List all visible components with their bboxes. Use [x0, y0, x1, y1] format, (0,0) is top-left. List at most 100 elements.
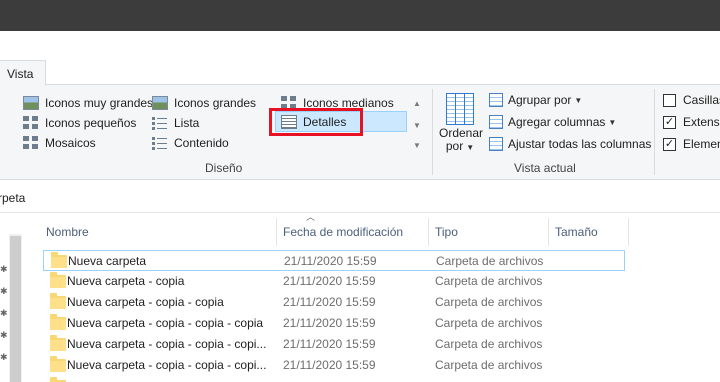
table-row[interactable]: Nueva carpeta - copia - copia - copia 21…	[43, 313, 625, 334]
extra-large-icons-icon	[23, 95, 39, 110]
folder-icon	[50, 314, 66, 330]
checkbox-checked-icon[interactable]: ✓	[663, 115, 676, 129]
file-name: Nueva carpeta - copia - copia - copi...	[67, 358, 267, 372]
tab-vista[interactable]: Vista	[0, 60, 46, 86]
table-row[interactable]	[43, 376, 625, 382]
file-date: 21/11/2020 15:59	[283, 316, 376, 330]
layout-item-label: Lista	[174, 115, 200, 130]
file-type: Carpeta de archivos	[436, 254, 544, 268]
window-titlebar	[0, 0, 720, 31]
table-row[interactable]: Nueva carpeta - copia - copia - copi... …	[43, 355, 625, 376]
table-row[interactable]: Nueva carpeta - copia 21/11/2020 15:59 C…	[43, 271, 625, 292]
file-name: Nueva carpeta - copia	[67, 274, 185, 288]
layout-gallery: Iconos muy grandes Iconos grandes Iconos…	[17, 91, 425, 153]
group-divider	[654, 89, 655, 175]
group-by-icon	[489, 93, 503, 107]
pin-icon: ✱	[0, 352, 8, 362]
folder-icon	[50, 335, 66, 351]
chevron-down-icon: ▼	[574, 95, 583, 105]
large-icons-icon	[152, 95, 168, 110]
sort-by-icon	[446, 93, 474, 125]
address-bar[interactable]: rpeta	[0, 181, 720, 213]
list-icon	[152, 115, 168, 130]
add-columns-button[interactable]: Agregar columnas ▼	[489, 113, 616, 131]
table-row[interactable]: Nueva carpeta 21/11/2020 15:59 Carpeta d…	[43, 250, 625, 271]
file-type: Carpeta de archivos	[435, 337, 543, 351]
chevron-down-icon[interactable]: ▼	[413, 121, 421, 130]
tiles-icon	[23, 135, 39, 150]
layout-item-label: Mosaicos	[45, 135, 96, 150]
folder-icon	[50, 293, 66, 309]
layout-large-icons[interactable]: Iconos grandes	[152, 93, 256, 112]
layout-item-label: Iconos pequeños	[45, 115, 137, 130]
layout-item-label: Iconos grandes	[174, 95, 257, 110]
fit-columns-button[interactable]: Ajustar todas las columnas	[489, 135, 651, 153]
table-row[interactable]: Nueva carpeta - copia - copia 21/11/2020…	[43, 292, 625, 313]
column-header-name[interactable]: Nombre	[40, 218, 277, 246]
checkbox-checked-icon[interactable]: ✓	[663, 137, 676, 151]
ribbon-tabstrip: Vista	[0, 31, 720, 86]
layout-item-label: Contenido	[174, 135, 229, 150]
navigation-pane: ✱ ✱ ✱ ✱ ✱	[0, 220, 22, 382]
column-header-date[interactable]: Fecha de modificación	[277, 218, 429, 246]
sort-by-label-2: por	[445, 139, 464, 153]
layout-item-label: Iconos muy grandes	[45, 95, 154, 110]
column-header-size[interactable]: Tamaño	[549, 218, 629, 246]
checkbox-item-extensions[interactable]: ✓ Extensi	[663, 113, 720, 131]
table-row[interactable]: Nueva carpeta - copia - copia - copi... …	[43, 334, 625, 355]
group-label-layout: Diseño	[205, 161, 243, 175]
file-date: 21/11/2020 15:59	[283, 337, 376, 351]
highlight-annotation	[269, 108, 363, 136]
nav-scrollbar-thumb[interactable]	[10, 236, 21, 382]
chevron-up-icon[interactable]: ▲	[413, 99, 421, 108]
file-name: Nueva carpeta - copia - copia - copia	[67, 316, 264, 330]
checkbox-label: Extensi	[683, 115, 720, 129]
checkbox-item-hidden-items[interactable]: ✓ Elemen	[663, 135, 720, 153]
checkbox-label: Elemen	[683, 137, 720, 151]
pin-icon: ✱	[0, 308, 8, 318]
folder-icon	[51, 252, 67, 268]
group-label-current-view: Vista actual	[514, 161, 576, 175]
chevron-down-icon: ▼	[466, 143, 475, 152]
chevron-down-icon: ▼	[608, 117, 617, 127]
group-divider	[432, 89, 433, 175]
file-date: 21/11/2020 15:59	[284, 254, 377, 268]
content-icon	[152, 135, 168, 150]
file-type: Carpeta de archivos	[435, 274, 543, 288]
folder-icon	[50, 356, 66, 372]
layout-extra-large-icons[interactable]: Iconos muy grandes	[23, 93, 153, 112]
pin-icon: ✱	[0, 286, 8, 296]
gallery-scroll[interactable]: ▲ ▼ ▼	[410, 97, 424, 159]
fit-columns-icon	[489, 137, 503, 151]
layout-small-icons[interactable]: Iconos pequeños	[23, 113, 136, 132]
folder-icon	[50, 272, 66, 288]
checkbox-label: Casillas	[683, 93, 720, 107]
file-name: Nueva carpeta - copia - copia	[67, 295, 224, 309]
checkbox-item-checkboxes[interactable]: Casillas	[663, 91, 720, 109]
file-type: Carpeta de archivos	[435, 316, 543, 330]
layout-list[interactable]: Lista	[152, 113, 199, 132]
column-headers: Nombre Fecha de modificación Tipo Tamaño	[40, 218, 630, 246]
address-path: rpeta	[0, 191, 26, 205]
expand-gallery-icon[interactable]: ▼	[413, 141, 421, 150]
file-name: Nueva carpeta - copia - copia - copi...	[67, 337, 267, 351]
file-name: Nueva carpeta	[68, 254, 147, 268]
pin-icon: ✱	[0, 264, 8, 274]
add-columns-icon	[489, 115, 503, 129]
group-by-label: Agrupar por	[508, 93, 572, 107]
layout-tiles[interactable]: Mosaicos	[23, 133, 96, 152]
file-date: 21/11/2020 15:59	[283, 358, 376, 372]
fit-columns-label: Ajustar todas las columnas	[508, 137, 652, 151]
file-date: 21/11/2020 15:59	[283, 295, 376, 309]
pin-icon: ✱	[0, 330, 8, 340]
file-type: Carpeta de archivos	[435, 358, 543, 372]
sort-by-button[interactable]: Ordenar por ▼	[439, 91, 483, 155]
group-by-button[interactable]: Agrupar por ▼	[489, 91, 582, 109]
column-header-type[interactable]: Tipo	[429, 218, 549, 246]
file-date: 21/11/2020 15:59	[283, 274, 376, 288]
file-type: Carpeta de archivos	[435, 295, 543, 309]
layout-content[interactable]: Contenido	[152, 133, 229, 152]
small-icons-icon	[23, 115, 39, 130]
checkbox-icon[interactable]	[663, 93, 676, 107]
add-columns-label: Agregar columnas	[508, 115, 606, 129]
